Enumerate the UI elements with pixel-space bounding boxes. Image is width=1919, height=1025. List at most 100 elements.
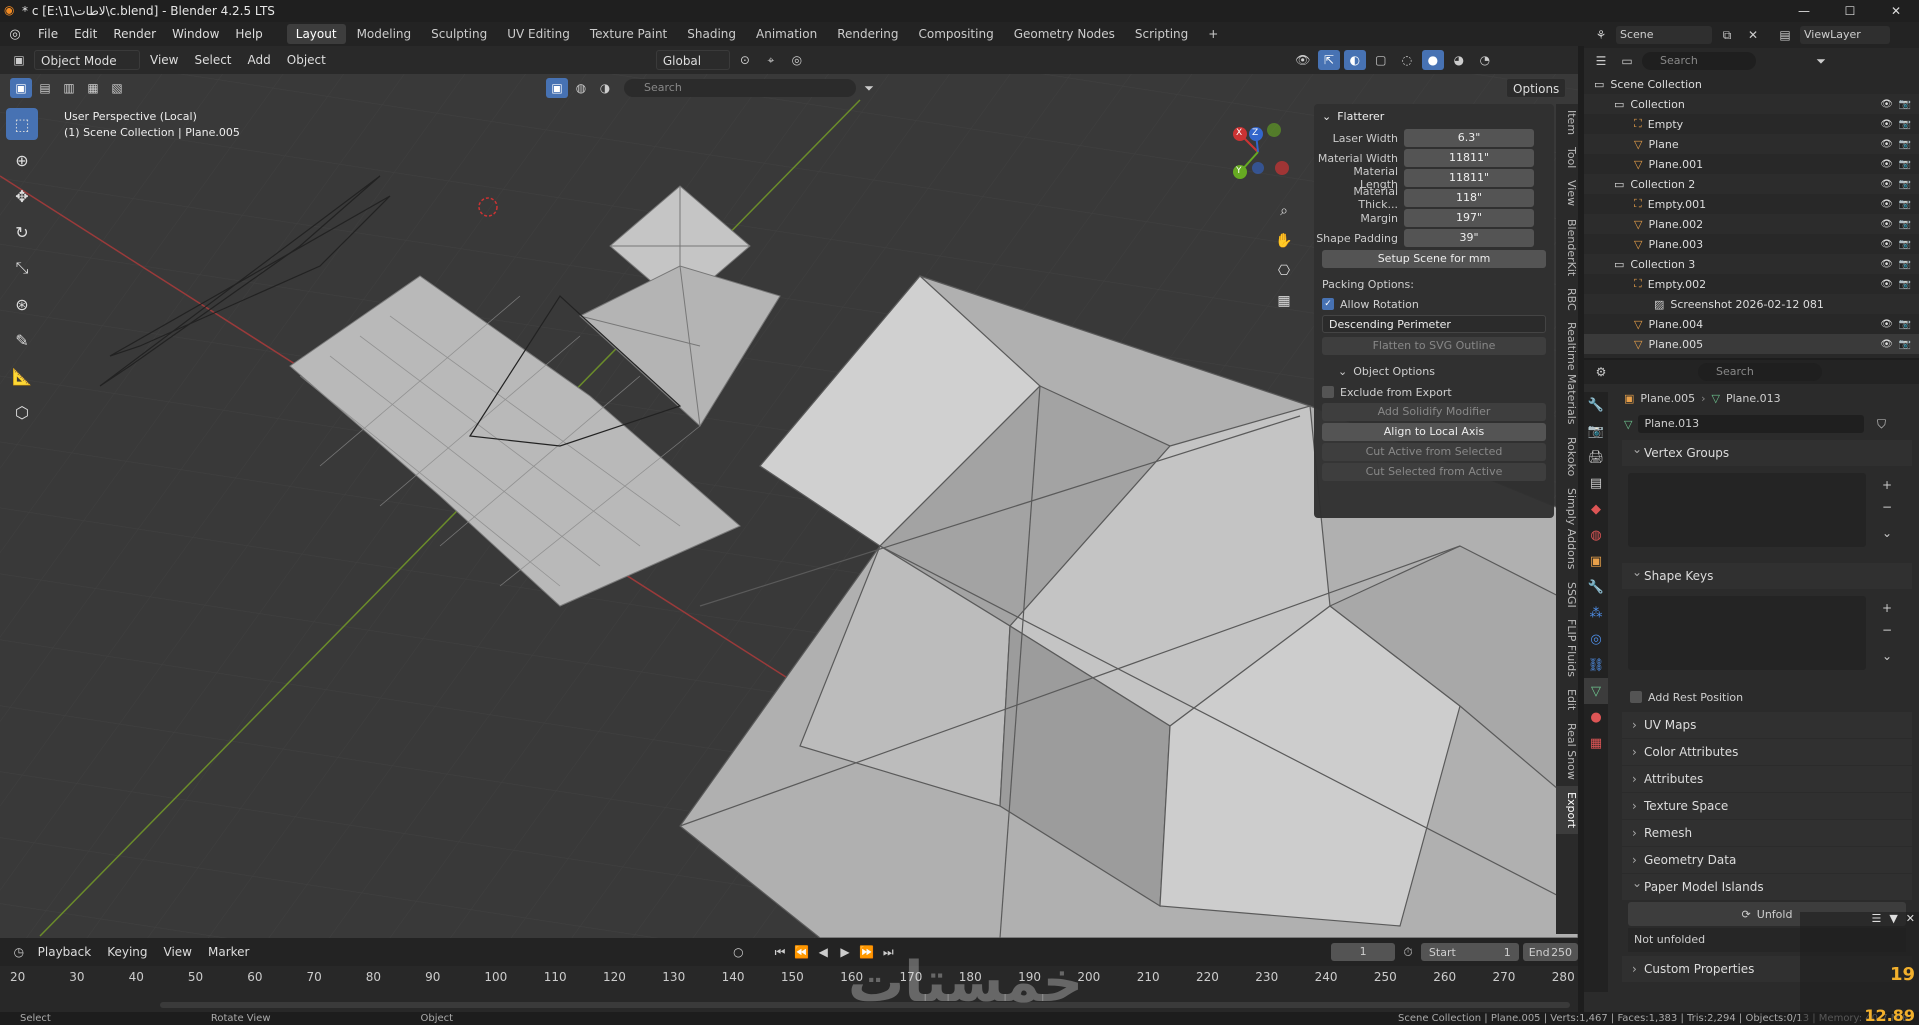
- render-camera-icon[interactable]: 📷: [1899, 219, 1911, 230]
- measure-tool-icon[interactable]: 📐: [6, 360, 38, 392]
- menu-help[interactable]: Help: [227, 22, 270, 46]
- tab-export[interactable]: Export: [1556, 785, 1578, 834]
- overlay-toggle-icon[interactable]: ◐: [1343, 50, 1366, 70]
- paper-model-header[interactable]: Paper Model Islands: [1622, 870, 1912, 900]
- visibility-eye-icon[interactable]: 👁: [1880, 199, 1893, 210]
- proportional-edit-icon[interactable]: ◎: [786, 50, 808, 70]
- viewport-search-input[interactable]: Search: [624, 79, 856, 97]
- light-filter-icon[interactable]: ◑: [594, 78, 616, 98]
- outliner-row[interactable]: ▽ Plane.001 👁 📷: [1584, 154, 1919, 174]
- material-shading-icon[interactable]: ◕: [1448, 50, 1470, 70]
- jump-start-icon[interactable]: ⏮: [771, 942, 789, 962]
- transform-tool-icon[interactable]: ⊛: [6, 288, 38, 320]
- mode-select[interactable]: Object Mode: [34, 50, 140, 70]
- vertex-groups-header[interactable]: Vertex Groups: [1622, 436, 1912, 466]
- mesh-data-tab-icon[interactable]: ▽: [1584, 678, 1608, 704]
- solid-shading-icon[interactable]: ●: [1421, 50, 1444, 70]
- add-cube-tool-icon[interactable]: ⬡: [6, 396, 38, 428]
- setup-scene-button[interactable]: Setup Scene for mm: [1322, 250, 1546, 268]
- color-attributes-header[interactable]: Color Attributes: [1622, 739, 1912, 765]
- menu-render[interactable]: Render: [105, 22, 164, 46]
- render-camera-icon[interactable]: 📷: [1899, 239, 1911, 250]
- select-new-icon[interactable]: ▣: [10, 78, 32, 98]
- view-layer-tab-icon[interactable]: ▤: [1584, 470, 1608, 496]
- flatterer-header[interactable]: ⌄ Flatterer: [1314, 104, 1554, 128]
- render-camera-icon[interactable]: 📷: [1899, 259, 1911, 270]
- constraints-tab-icon[interactable]: ⛓: [1584, 652, 1608, 678]
- tab-animation[interactable]: Animation: [747, 24, 826, 44]
- tab-rokoko[interactable]: Rokoko: [1556, 431, 1578, 482]
- marker-menu[interactable]: Marker: [202, 942, 255, 962]
- outliner-row[interactable]: ▭ Collection 2 👁 📷: [1584, 174, 1919, 194]
- tab-compositing[interactable]: Compositing: [909, 24, 1002, 44]
- visibility-eye-icon[interactable]: 👁: [1880, 219, 1893, 230]
- outliner-row[interactable]: ⛶ Empty 👁 📷: [1584, 114, 1919, 134]
- xray-icon[interactable]: ▢: [1370, 50, 1392, 70]
- select-invert-icon[interactable]: ▦: [82, 78, 104, 98]
- tab-view[interactable]: View: [1556, 174, 1578, 212]
- cut-active-button[interactable]: Cut Active from Selected: [1322, 443, 1546, 461]
- tab-real-snow[interactable]: Real Snow: [1556, 717, 1578, 786]
- tab-sculpting[interactable]: Sculpting: [422, 24, 496, 44]
- attributes-header[interactable]: Attributes: [1622, 766, 1912, 792]
- object-tab-icon[interactable]: ▣: [1584, 548, 1608, 574]
- scale-tool-icon[interactable]: ⤡: [6, 252, 38, 284]
- vertex-groups-listbox[interactable]: [1628, 473, 1866, 547]
- menu-object[interactable]: Object: [281, 50, 332, 70]
- end-frame-field[interactable]: End 250: [1522, 943, 1579, 961]
- modifier-tab-icon[interactable]: 🔧: [1584, 574, 1608, 600]
- visibility-icon[interactable]: 👁: [1292, 50, 1314, 70]
- menu-select[interactable]: Select: [188, 50, 237, 70]
- cut-selected-button[interactable]: Cut Selected from Active: [1322, 463, 1546, 481]
- menu-window[interactable]: Window: [164, 22, 227, 46]
- outliner-row[interactable]: ▽ Plane.002 👁 📷: [1584, 214, 1919, 234]
- render-camera-icon[interactable]: 📷: [1899, 119, 1911, 130]
- menu-file[interactable]: File: [30, 22, 66, 46]
- annotate-tool-icon[interactable]: ✎: [6, 324, 38, 356]
- keying-menu[interactable]: Keying: [101, 942, 153, 962]
- visibility-eye-icon[interactable]: 👁: [1880, 239, 1893, 250]
- particles-tab-icon[interactable]: ⁂: [1584, 600, 1608, 626]
- texture-tab-icon[interactable]: ▦: [1584, 730, 1608, 756]
- timeline-editor-icon[interactable]: ◷: [10, 942, 28, 962]
- visibility-eye-icon[interactable]: 👁: [1880, 119, 1893, 130]
- tab-rbc[interactable]: RBC: [1556, 282, 1578, 317]
- new-scene-icon[interactable]: ⧉: [1716, 25, 1738, 45]
- add-workspace-button[interactable]: +: [1199, 24, 1227, 44]
- tab-rendering[interactable]: Rendering: [828, 24, 907, 44]
- snap-icon[interactable]: ⌖: [760, 50, 782, 70]
- tab-realtime-materials[interactable]: Realtime Materials: [1556, 316, 1578, 430]
- visibility-eye-icon[interactable]: 👁: [1880, 179, 1893, 190]
- tab-shading[interactable]: Shading: [678, 24, 745, 44]
- fake-user-icon[interactable]: ⛉: [1870, 414, 1892, 434]
- zoom-icon[interactable]: ⌕: [1272, 196, 1296, 226]
- down-arrow-icon[interactable]: ▼: [1889, 912, 1897, 925]
- add-shape-key-icon[interactable]: +: [1876, 598, 1898, 618]
- blender-menu-icon[interactable]: ◎: [0, 27, 30, 42]
- shape-keys-listbox[interactable]: [1628, 596, 1866, 670]
- tab-texture-paint[interactable]: Texture Paint: [581, 24, 676, 44]
- outliner-filter-icon[interactable]: ⏷: [1810, 51, 1832, 71]
- outliner-row[interactable]: ▨ Screenshot 2026-02-12 081: [1584, 294, 1919, 314]
- playback-menu[interactable]: Playback: [32, 942, 98, 962]
- render-camera-icon[interactable]: 📷: [1899, 279, 1911, 290]
- tab-ssgi[interactable]: SSGI: [1556, 576, 1578, 614]
- tab-layout[interactable]: Layout: [286, 24, 346, 44]
- world-tab-icon[interactable]: ◍: [1584, 522, 1608, 548]
- render-camera-icon[interactable]: 📷: [1899, 319, 1911, 330]
- pan-hand-icon[interactable]: ✋: [1272, 226, 1296, 256]
- mesh-name-field[interactable]: Plane.013: [1638, 415, 1865, 433]
- shape-key-menu-icon[interactable]: ⌄: [1876, 646, 1898, 666]
- tab-edit[interactable]: Edit: [1556, 683, 1578, 716]
- visibility-eye-icon[interactable]: 👁: [1880, 279, 1893, 290]
- orientation-select[interactable]: Global: [655, 50, 730, 70]
- render-camera-icon[interactable]: 📷: [1899, 159, 1911, 170]
- visibility-eye-icon[interactable]: 👁: [1880, 159, 1893, 170]
- remove-vertex-group-icon[interactable]: −: [1876, 497, 1898, 517]
- packing-sort-select[interactable]: Descending Perimeter: [1322, 315, 1546, 333]
- properties-search-input[interactable]: Search: [1698, 363, 1822, 381]
- material-width-input[interactable]: 11811": [1404, 149, 1534, 167]
- material-tab-icon[interactable]: ●: [1584, 704, 1608, 730]
- select-intersect-icon[interactable]: ▧: [106, 78, 128, 98]
- tab-simply-addons[interactable]: Simply Addons: [1556, 482, 1578, 576]
